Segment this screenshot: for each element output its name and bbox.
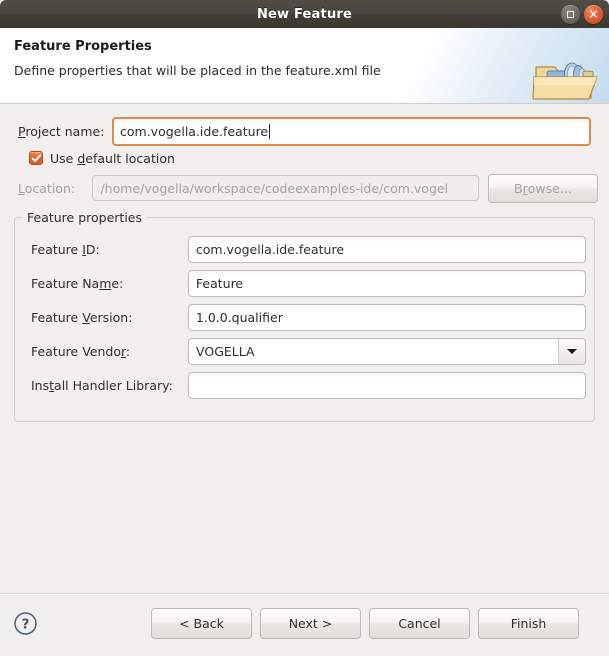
location-input: /home/vogella/workspace/codeexamples-ide… <box>92 175 479 201</box>
browse-label-post: owse... <box>527 180 572 196</box>
browse-label-pre: B <box>514 180 523 196</box>
checkmark-icon <box>31 153 41 162</box>
feature-id-row: Feature ID: com.vogella.ide.feature <box>23 232 586 266</box>
feature-vendor-label: Feature Vendor: <box>31 344 188 359</box>
feature-id-label-pre: Feature <box>31 241 83 257</box>
feature-properties-group: Feature properties Feature ID: com.vogel… <box>14 210 595 422</box>
header-text-block: Feature Properties Define properties tha… <box>0 28 609 78</box>
feature-name-row: Feature Name: Feature <box>23 266 586 300</box>
feature-version-label-pre: Feature <box>31 309 83 325</box>
help-icon[interactable]: ? <box>13 611 38 636</box>
feature-name-input[interactable]: Feature <box>187 269 586 297</box>
page-description: Define properties that will be placed in… <box>14 63 381 78</box>
wizard-header: Feature Properties Define properties tha… <box>0 28 609 104</box>
use-default-location-label-post: efault location <box>85 150 175 166</box>
feature-name-label-pre: Feature Na <box>31 275 100 291</box>
title-bar: New Feature × <box>0 0 609 28</box>
feature-properties-group-title: Feature properties <box>23 210 146 225</box>
feature-version-label-post: ersion: <box>89 309 133 325</box>
use-default-location-checkbox[interactable] <box>29 151 43 165</box>
feature-version-value: 1.0.0.qualifier <box>195 309 283 325</box>
maximize-glyph <box>567 10 574 18</box>
install-handler-library-row: Install Handler Library: <box>23 368 586 402</box>
feature-folder-icon <box>532 62 598 100</box>
location-label-rest: ocation: <box>24 180 76 196</box>
feature-vendor-row: Feature Vendor: VOGELLA <box>23 334 586 368</box>
feature-id-input[interactable]: com.vogella.ide.feature <box>187 235 586 263</box>
window-title: New Feature <box>256 6 353 22</box>
location-row: Location: /home/vogella/workspace/codeex… <box>11 171 599 205</box>
text-caret <box>269 124 271 139</box>
dialog-footer: ? < Back Next > Cancel Finish <box>0 593 609 656</box>
location-label-mnemonic: L <box>18 180 25 196</box>
back-button[interactable]: < Back <box>151 608 252 639</box>
finish-button[interactable]: Finish <box>478 608 579 639</box>
feature-id-label-post: D: <box>85 241 100 257</box>
project-name-value: com.vogella.ide.feature <box>120 124 269 139</box>
feature-vendor-combo[interactable]: VOGELLA <box>188 337 586 365</box>
feature-vendor-label-post: : <box>125 343 131 359</box>
browse-button: Br owse... <box>487 173 599 203</box>
project-name-label: Project name: <box>11 124 112 139</box>
page-title: Feature Properties <box>14 39 152 54</box>
svg-text:?: ? <box>22 616 30 632</box>
next-button[interactable]: Next > <box>260 608 361 639</box>
feature-id-value: com.vogella.ide.feature <box>195 241 345 257</box>
use-default-location-label: Use default location <box>50 151 175 166</box>
project-name-label-rest: roject name: <box>25 124 105 139</box>
wizard-buttons: < Back Next > Cancel Finish <box>151 608 579 639</box>
feature-name-label: Feature Name: <box>31 276 188 291</box>
project-name-input[interactable]: com.vogella.ide.feature <box>112 117 591 146</box>
feature-version-label-mnemonic: V <box>82 309 90 325</box>
feature-name-label-mnemonic: m <box>99 275 112 291</box>
location-value: /home/vogella/workspace/codeexamples-ide… <box>100 180 449 196</box>
feature-name-value: Feature <box>195 275 244 291</box>
feature-id-label: Feature ID: <box>31 242 188 257</box>
feature-version-row: Feature Version: 1.0.0.qualifier <box>23 300 586 334</box>
install-handler-library-label: Install Handler Library: <box>31 378 188 393</box>
feature-vendor-label-pre: Feature Vendo <box>31 343 121 359</box>
install-handler-library-label-post: all Handler Library: <box>54 377 173 393</box>
feature-name-label-post: e: <box>111 275 124 291</box>
feature-version-input[interactable]: 1.0.0.qualifier <box>187 303 586 331</box>
feature-version-label: Feature Version: <box>31 310 188 325</box>
location-label: Location: <box>18 181 92 196</box>
new-feature-dialog: New Feature × Feature Properties Define … <box>0 0 609 656</box>
chevron-down-icon[interactable] <box>558 338 585 364</box>
close-glyph: × <box>588 6 599 21</box>
window-controls: × <box>561 0 603 28</box>
cancel-button[interactable]: Cancel <box>369 608 470 639</box>
feature-vendor-value: VOGELLA <box>196 343 255 359</box>
chevron-down-glyph <box>567 348 577 354</box>
dialog-body: Project name: com.vogella.ide.feature Us… <box>0 104 609 593</box>
use-default-location-label-pre: Use <box>50 150 78 166</box>
use-default-location-row[interactable]: Use default location <box>11 145 598 171</box>
maximize-icon[interactable] <box>561 4 580 24</box>
project-name-row: Project name: com.vogella.ide.feature <box>11 104 598 146</box>
close-icon[interactable]: × <box>584 4 603 24</box>
install-handler-library-label-pre: Ins <box>31 377 50 393</box>
install-handler-library-input[interactable] <box>187 371 586 399</box>
